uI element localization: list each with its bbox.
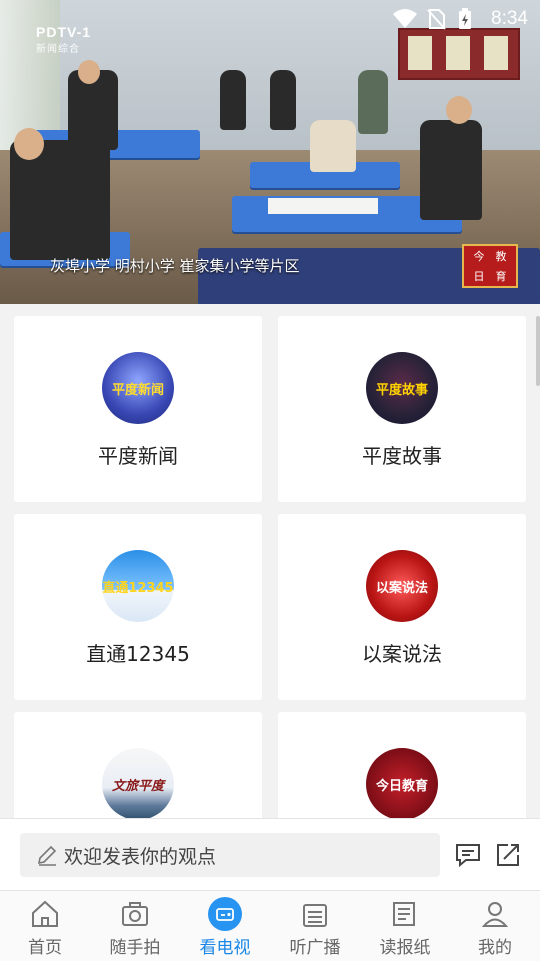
video-player[interactable]: PDTV-1 新闻综合 灰埠小学 明村小学 崔家集小学等片区 今 教 日 育 8… [0, 0, 540, 304]
program-thumbnail: 直通12345 [102, 550, 174, 622]
tv-icon [216, 908, 234, 921]
program-card-12345-hotline[interactable]: 直通12345 直通12345 [14, 514, 262, 700]
program-card-label: 平度故事 [362, 444, 442, 468]
share-icon[interactable] [494, 841, 522, 869]
comment-bar: 欢迎发表你的观点 [0, 818, 540, 891]
video-person [420, 120, 482, 220]
pencil-icon [37, 845, 57, 866]
thumbnail-text: 以案说法 [375, 580, 428, 596]
program-card-label: 平度新闻 [98, 444, 178, 468]
video-person [220, 70, 246, 130]
nav-label: 我的 [478, 938, 512, 958]
nav-label: 首页 [28, 938, 62, 958]
video-paper [268, 198, 378, 214]
nav-watch-tv[interactable]: 看电视 [180, 891, 270, 961]
video-person [270, 70, 296, 130]
nav-home[interactable]: 首页 [0, 891, 90, 961]
thumbnail-text: 平度故事 [375, 382, 428, 398]
nav-label: 读报纸 [379, 938, 431, 958]
program-logo: 今 教 日 育 [462, 244, 518, 288]
video-caption: 灰埠小学 明村小学 崔家集小学等片区 [50, 257, 300, 275]
program-thumbnail: 文旅平度 [102, 748, 174, 820]
program-logo-char: 日 [473, 270, 485, 283]
thumbnail-text: 文旅平度 [111, 778, 164, 794]
thumbnail-text: 今日教育 [375, 778, 428, 794]
comment-placeholder: 欢迎发表你的观点 [64, 845, 217, 868]
video-person-head [78, 60, 100, 84]
radio-icon [303, 904, 327, 927]
wifi-icon [393, 9, 417, 28]
program-thumbnail: 平度故事 [366, 352, 438, 424]
thumbnail-text: 平度新闻 [111, 382, 164, 398]
channel-logo-subtitle: 新闻综合 [36, 44, 80, 55]
newspaper-icon [393, 902, 415, 926]
camera-icon [122, 902, 148, 926]
program-thumbnail: 以案说法 [366, 550, 438, 622]
program-card-law-cases[interactable]: 以案说法 以案说法 [278, 514, 526, 700]
thumbnail-text: 直通12345 [102, 580, 174, 596]
video-person [310, 120, 356, 172]
program-card-label: 直通12345 [86, 642, 190, 666]
comment-icon[interactable] [454, 841, 482, 869]
program-logo-char: 育 [495, 270, 507, 283]
video-person-head [14, 128, 44, 160]
status-time: 8:34 [491, 8, 528, 29]
program-thumbnail: 平度新闻 [102, 352, 174, 424]
nav-newspaper[interactable]: 读报纸 [360, 891, 450, 961]
program-card-label: 以案说法 [362, 642, 442, 666]
program-logo-char: 教 [495, 250, 507, 263]
profile-icon [481, 902, 509, 927]
nav-label: 看电视 [199, 938, 251, 958]
home-icon [32, 900, 58, 927]
program-thumbnail: 今日教育 [366, 748, 438, 820]
comment-input[interactable]: 欢迎发表你的观点 [20, 833, 440, 877]
video-person [358, 70, 388, 134]
status-bar: 8:34 [0, 0, 540, 36]
nav-radio[interactable]: 听广播 [270, 891, 360, 961]
video-person-head [446, 96, 472, 124]
nav-label: 随手拍 [109, 938, 161, 958]
program-card-pingdu-news[interactable]: 平度新闻 平度新闻 [14, 316, 262, 502]
program-card-pingdu-story[interactable]: 平度故事 平度故事 [278, 316, 526, 502]
nav-snapshot[interactable]: 随手拍 [90, 891, 180, 961]
scrollbar[interactable] [536, 316, 540, 386]
bottom-nav: 首页 随手拍 看电视 听广播 读报纸 我的 [0, 890, 540, 961]
nav-label: 听广播 [289, 938, 341, 958]
nav-profile[interactable]: 我的 [450, 891, 540, 961]
program-logo-char: 今 [473, 250, 485, 263]
no-sim-icon [427, 9, 446, 30]
battery-icon [459, 8, 471, 29]
